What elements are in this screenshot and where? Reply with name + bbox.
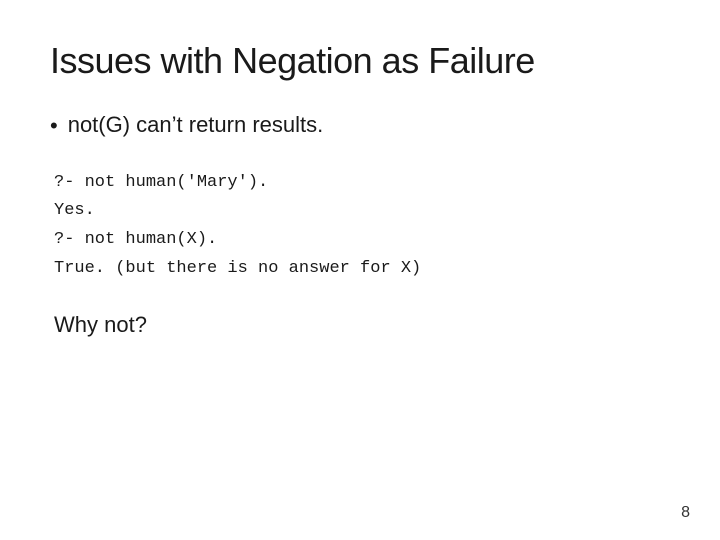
code-line-4: True. (but there is no answer for X): [54, 255, 670, 284]
bullet-item: • not(G) can’t return results.: [50, 112, 670, 141]
bullet-dot: •: [50, 112, 58, 141]
bullet-text: not(G) can’t return results.: [68, 112, 324, 138]
code-block: ?- not human('Mary'). Yes. ?- not human(…: [54, 169, 670, 285]
slide-number: 8: [681, 504, 690, 522]
why-not-text: Why not?: [54, 312, 670, 338]
code-line-1: ?- not human('Mary').: [54, 169, 670, 198]
slide-title: Issues with Negation as Failure: [50, 40, 670, 82]
code-line-3: ?- not human(X).: [54, 226, 670, 255]
code-line-2: Yes.: [54, 197, 670, 226]
bullet-section: • not(G) can’t return results.: [50, 112, 670, 141]
slide: Issues with Negation as Failure • not(G)…: [0, 0, 720, 540]
